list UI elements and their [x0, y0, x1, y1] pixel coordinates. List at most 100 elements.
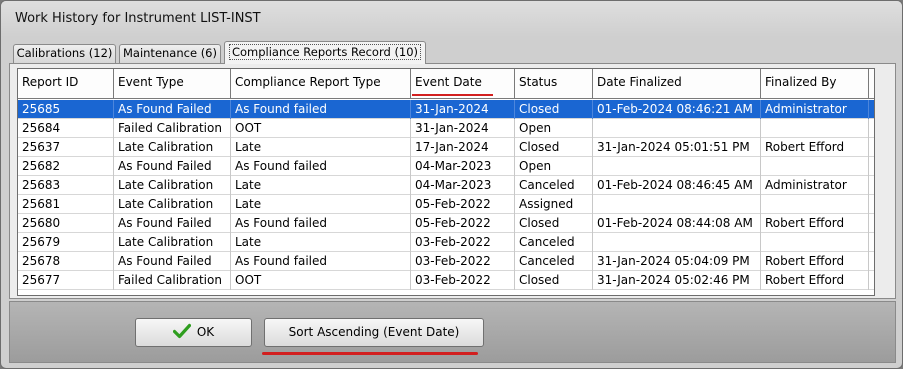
cell-event-type: Late Calibration — [114, 233, 231, 252]
table-row[interactable]: 25685 As Found Failed As Found failed 31-Ja… — [18, 100, 874, 119]
cell-event-type: Failed Calibration — [114, 119, 231, 138]
tab-panel: Report ID Event Type Compliance Report T… — [9, 63, 896, 299]
cell-date-finalized — [593, 195, 761, 214]
column-header-event-type[interactable]: Event Type — [114, 69, 231, 99]
cell-date-finalized: 01-Feb-2024 08:44:08 AM — [593, 214, 761, 233]
cell-event-date: 05-Feb-2022 — [411, 214, 515, 233]
table-row[interactable]: 25681 Late Calibration Late 05-Feb-2022 Assi… — [18, 195, 874, 214]
compliance-reports-table[interactable]: Report ID Event Type Compliance Report T… — [17, 68, 875, 296]
sort-ascending-button-label: Sort Ascending (Event Date) — [288, 325, 460, 339]
cell-report-id: 25684 — [18, 119, 114, 138]
cell-compliance-report-type: As Found failed — [231, 157, 411, 176]
cell-status: Canceled — [515, 233, 593, 252]
cell-date-finalized: 01-Feb-2024 08:46:45 AM — [593, 176, 761, 195]
ok-button-label: OK — [196, 325, 215, 339]
cell-date-finalized — [593, 119, 761, 138]
cell-finalized-by — [761, 157, 869, 176]
ok-button[interactable]: OK — [135, 318, 252, 347]
cell-event-date: 04-Mar-2023 — [411, 176, 515, 195]
cell-date-finalized: 31-Jan-2024 05:01:51 PM — [593, 138, 761, 157]
table-row[interactable]: 25637 Late Calibration Late 17-Jan-2024 Clos… — [18, 138, 874, 157]
cell-finalized-by: Robert Efford — [761, 214, 869, 233]
cell-status: Assigned — [515, 195, 593, 214]
cell-compliance-report-type: As Found failed — [231, 100, 411, 119]
table-row[interactable]: 25677 Failed Calibration OOT 03-Feb-2022 Clo… — [18, 271, 874, 290]
cell-finalized-by: Administrator — [761, 100, 869, 119]
cell-compliance-report-type: OOT — [231, 271, 411, 290]
tab-calibrations[interactable]: Calibrations (12) — [13, 44, 116, 63]
cell-event-date: 03-Feb-2022 — [411, 252, 515, 271]
tab-maintenance[interactable]: Maintenance (6) — [119, 44, 221, 63]
cell-compliance-report-type: Late — [231, 233, 411, 252]
table-body: 25685 As Found Failed As Found failed 31-Ja… — [18, 100, 874, 290]
cell-date-finalized: 31-Jan-2024 05:02:46 PM — [593, 271, 761, 290]
title-bar[interactable]: Work History for Instrument LIST-INST — [1, 1, 902, 37]
cell-status: Closed — [515, 138, 593, 157]
cell-report-id: 25683 — [18, 176, 114, 195]
column-header-date-finalized[interactable]: Date Finalized — [593, 69, 761, 99]
column-header-status[interactable]: Status — [515, 69, 593, 99]
cell-compliance-report-type: OOT — [231, 119, 411, 138]
cell-compliance-report-type: Late — [231, 195, 411, 214]
table-header: Report ID Event Type Compliance Report T… — [18, 69, 874, 99]
column-header-event-date-label: Event Date — [415, 75, 482, 89]
cell-finalized-by: Robert Efford — [761, 252, 869, 271]
cell-report-id: 25680 — [18, 214, 114, 233]
table-row[interactable]: 25680 As Found Failed As Found failed 05-Fe… — [18, 214, 874, 233]
cell-event-type: Late Calibration — [114, 138, 231, 157]
column-header-compliance-report-type[interactable]: Compliance Report Type — [231, 69, 411, 99]
cell-report-id: 25685 — [18, 100, 114, 119]
cell-report-id: 25682 — [18, 157, 114, 176]
cell-status: Closed — [515, 271, 593, 290]
cell-status: Closed — [515, 100, 593, 119]
cell-status: Canceled — [515, 252, 593, 271]
column-header-finalized-by[interactable]: Finalized By — [761, 69, 869, 99]
cell-event-type: As Found Failed — [114, 252, 231, 271]
table-row[interactable]: 25679 Late Calibration Late 03-Feb-2022 Canc… — [18, 233, 874, 252]
cell-event-date: 03-Feb-2022 — [411, 271, 515, 290]
sort-button-highlight-underline — [262, 352, 478, 355]
cell-status: Open — [515, 157, 593, 176]
cell-event-type: Late Calibration — [114, 195, 231, 214]
cell-status: Open — [515, 119, 593, 138]
cell-event-date: 31-Jan-2024 — [411, 119, 515, 138]
cell-event-type: As Found Failed — [114, 100, 231, 119]
cell-date-finalized: 31-Jan-2024 05:04:09 PM — [593, 252, 761, 271]
cell-date-finalized: 01-Feb-2024 08:46:21 AM — [593, 100, 761, 119]
table-row[interactable]: 25682 As Found Failed As Found failed 04-Ma… — [18, 157, 874, 176]
cell-event-date: 31-Jan-2024 — [411, 100, 515, 119]
column-header-report-id[interactable]: Report ID — [18, 69, 114, 99]
cell-event-type: Late Calibration — [114, 176, 231, 195]
cell-finalized-by — [761, 195, 869, 214]
cell-event-date: 03-Feb-2022 — [411, 233, 515, 252]
window-title: Work History for Instrument LIST-INST — [15, 11, 261, 26]
table-row[interactable]: 25684 Failed Calibration OOT 31-Jan-2024 Ope… — [18, 119, 874, 138]
cell-event-date: 05-Feb-2022 — [411, 195, 515, 214]
cell-finalized-by: Administrator — [761, 176, 869, 195]
sort-highlight-underline — [412, 94, 493, 96]
cell-report-id: 25677 — [18, 271, 114, 290]
cell-event-type: Failed Calibration — [114, 271, 231, 290]
cell-date-finalized — [593, 157, 761, 176]
table-row[interactable]: 25683 Late Calibration Late 04-Mar-2023 Canc… — [18, 176, 874, 195]
cell-event-type: As Found Failed — [114, 157, 231, 176]
tab-compliance-reports-record[interactable]: Compliance Reports Record (10) — [224, 41, 426, 64]
cell-status: Canceled — [515, 176, 593, 195]
cell-report-id: 25637 — [18, 138, 114, 157]
tab-compliance-reports-record-label: Compliance Reports Record (10) — [228, 44, 422, 60]
column-header-event-date[interactable]: Event Date — [411, 69, 515, 99]
cell-report-id: 25681 — [18, 195, 114, 214]
cell-compliance-report-type: As Found failed — [231, 214, 411, 233]
checkmark-icon — [172, 323, 191, 339]
cell-report-id: 25678 — [18, 252, 114, 271]
cell-compliance-report-type: Late — [231, 138, 411, 157]
cell-finalized-by — [761, 119, 869, 138]
cell-date-finalized — [593, 233, 761, 252]
cell-event-date: 04-Mar-2023 — [411, 157, 515, 176]
cell-finalized-by: Robert Efford — [761, 271, 869, 290]
cell-report-id: 25679 — [18, 233, 114, 252]
sort-ascending-button[interactable]: Sort Ascending (Event Date) — [264, 318, 484, 347]
cell-status: Closed — [515, 214, 593, 233]
cell-compliance-report-type: Late — [231, 176, 411, 195]
table-row[interactable]: 25678 As Found Failed As Found failed 03-Fe… — [18, 252, 874, 271]
